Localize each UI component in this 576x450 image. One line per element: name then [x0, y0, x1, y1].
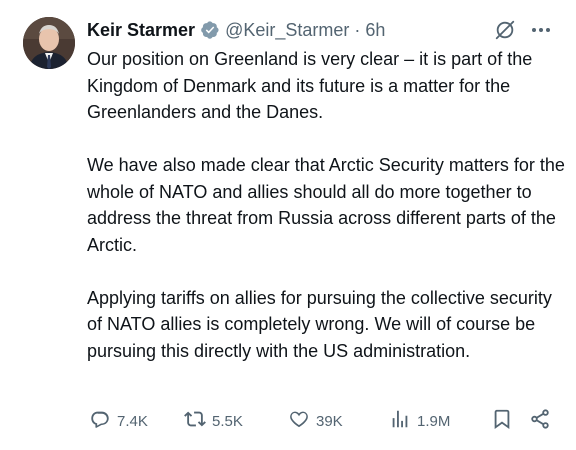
retweet-button[interactable]: 5.5K [184, 407, 243, 435]
share-icon [529, 408, 551, 434]
bookmark-button[interactable] [491, 407, 513, 435]
tweet-text: Our position on Greenland is very clear … [87, 46, 565, 364]
header-separator: · [354, 19, 361, 40]
timestamp[interactable]: 6h [365, 20, 385, 41]
share-button[interactable] [529, 407, 551, 435]
heart-icon [288, 408, 310, 434]
views-icon [389, 408, 411, 434]
avatar[interactable] [23, 17, 75, 69]
reply-icon [89, 408, 111, 434]
more-icon[interactable] [529, 18, 553, 42]
author-handle[interactable]: @Keir_Starmer [225, 20, 349, 41]
views-count: 1.9M [417, 412, 451, 430]
tweet-paragraph: Our position on Greenland is very clear … [87, 49, 533, 122]
action-bar: 7.4K 5.5K 39K 1.9M [87, 407, 557, 435]
avatar-image [23, 17, 75, 69]
bookmark-icon [491, 408, 513, 434]
author-name[interactable]: Keir Starmer [87, 20, 195, 41]
views-button[interactable]: 1.9M [389, 407, 450, 435]
tweet-paragraph: Applying tariffs on allies for pursuing … [87, 287, 552, 361]
tweet-paragraph: We have also made clear that Arctic Secu… [87, 155, 565, 255]
retweet-count: 5.5K [212, 412, 243, 430]
tweet-header: Keir Starmer @Keir_Starmer · 6h [87, 17, 385, 43]
retweet-icon [184, 408, 206, 434]
grok-icon[interactable] [494, 19, 516, 41]
verified-badge-icon [200, 20, 220, 40]
reply-count: 7.4K [117, 412, 148, 430]
like-count: 39K [316, 412, 343, 430]
reply-button[interactable]: 7.4K [89, 407, 148, 435]
like-button[interactable]: 39K [288, 407, 343, 435]
tweet[interactable]: Keir Starmer @Keir_Starmer · 6h Our posi… [0, 0, 576, 450]
